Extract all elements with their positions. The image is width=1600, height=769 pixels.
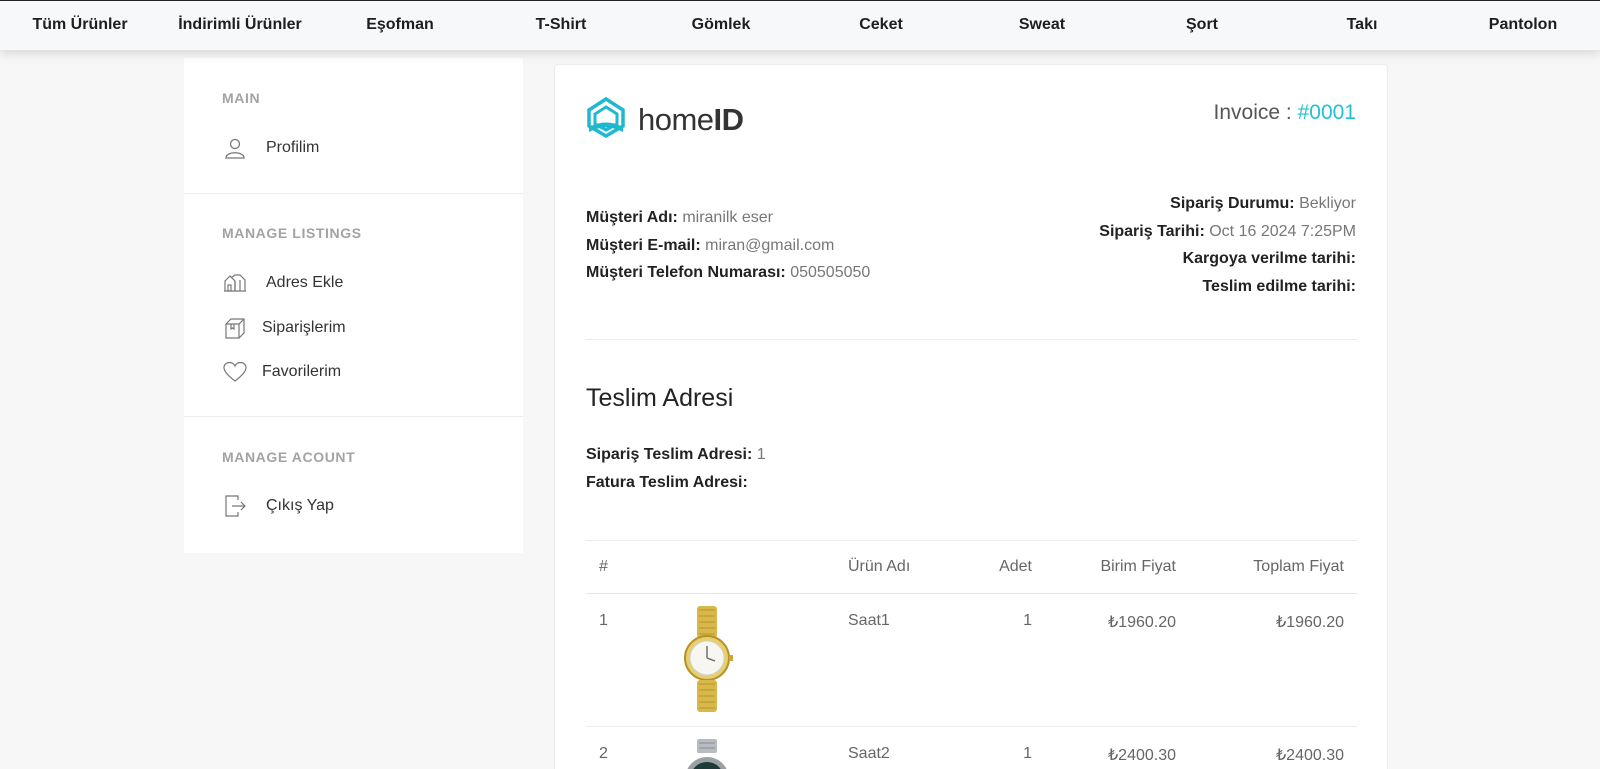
box-icon [222,315,248,341]
nav-item-sweat[interactable]: Sweat [1019,16,1065,34]
product-unit-price: ₺1960.20 [1107,614,1176,631]
order-status: Sipariş Durumu: Bekliyor [1170,195,1356,212]
sidebar-divider [184,193,523,194]
sidebar-item-orders[interactable]: Siparişlerim [222,313,346,343]
section-divider [586,339,1357,340]
sidebar-item-label: Profilim [266,139,320,156]
customer-name: Müşteri Adı: miranilk eser [586,209,773,226]
order-address: Sipariş Teslim Adresi: 1 [586,446,766,463]
brand-logo[interactable]: homeID [586,96,744,143]
user-icon [222,135,248,161]
shipping-date: Kargoya verilme tarihi: [1182,250,1356,267]
sidebar-item-label: Adres Ekle [266,274,344,291]
customer-phone: Müşteri Telefon Numarası: 050505050 [586,264,871,281]
sidebar-section-title-account: MANAGE ACOUNT [222,449,356,465]
customer-info: Müşteri Adı: miranilk eser Müşteri E-mai… [586,204,870,287]
delivery-address: Sipariş Teslim Adresi: 1 Fatura Teslim A… [586,441,766,496]
nav-item-shirt[interactable]: Gömlek [692,16,751,34]
sidebar-item-profile[interactable]: Profilim [222,133,319,163]
sidebar-item-label: Çıkış Yap [266,497,334,514]
sidebar-item-favorites[interactable]: Favorilerim [222,357,341,387]
buildings-icon [222,270,248,296]
sidebar-item-add-address[interactable]: Adres Ekle [222,268,343,298]
product-total-price: ₺1960.20 [1275,614,1344,631]
table-row: 2 Saat2 1 ₺2400.30 ₺2400.30 [586,726,1357,769]
top-navigation: Tüm Ürünler İndirimli Ürünler Eşofman T-… [0,0,1600,50]
col-header-qty: Adet [999,558,1032,575]
account-sidebar: MAIN Profilim MANAGE LISTINGS Adres Ekle… [184,58,523,553]
logo-text: homeID [638,101,744,137]
col-header-product: Ürün Adı [848,558,911,575]
product-image-gold-watch[interactable] [681,606,733,717]
sidebar-section-title-listings: MANAGE LISTINGS [222,225,362,241]
product-name: Saat2 [848,745,890,762]
product-name: Saat1 [848,612,890,629]
col-header-unit-price: Birim Fiyat [1100,558,1176,575]
product-image-silver-watch[interactable] [679,739,735,769]
sidebar-item-label: Favorilerim [262,363,342,380]
billing-address: Fatura Teslim Adresi: [586,473,748,491]
nav-item-shorts[interactable]: Şort [1186,16,1218,34]
nav-item-jewelry[interactable]: Takı [1347,16,1378,34]
order-info: Sipariş Durumu: Bekliyor Sipariş Tarihi:… [1099,190,1356,300]
product-unit-price: ₺2400.30 [1107,747,1176,764]
delivery-address-title: Teslim Adresi [586,384,734,412]
nav-item-tracksuit[interactable]: Eşofman [366,16,434,34]
table-row: 1 Saat1 1 ₺1960.20 ₺1960.20 [586,594,1357,726]
house-logo-icon [586,96,626,143]
nav-item-pants[interactable]: Pantolon [1489,16,1557,34]
invoice-number: Invoice : #0001 [1213,101,1356,124]
sidebar-section-title-main: MAIN [222,90,261,106]
row-number: 1 [599,612,608,629]
heart-icon [222,359,248,385]
order-date: Sipariş Tarihi: Oct 16 2024 7:25PM [1099,222,1356,240]
nav-item-discounted[interactable]: İndirimli Ürünler [178,16,302,34]
sidebar-item-logout[interactable]: Çıkış Yap [222,491,334,521]
row-number: 2 [599,745,608,762]
nav-item-all-products[interactable]: Tüm Ürünler [32,16,127,34]
product-qty: 1 [1023,612,1032,629]
nav-item-jacket[interactable]: Ceket [859,16,903,34]
table-header: # Ürün Adı Adet Birim Fiyat Toplam Fiyat [586,540,1357,594]
invoice-card: homeID Invoice : #0001 Müşteri Adı: mira… [554,64,1388,769]
nav-item-tshirt[interactable]: T-Shirt [536,16,587,34]
product-qty: 1 [1023,745,1032,762]
sidebar-divider [184,416,523,417]
col-header-total-price: Toplam Fiyat [1253,558,1344,575]
customer-email: Müşteri E-mail: miran@gmail.com [586,236,835,254]
delivery-date: Teslim edilme tarihi: [1202,277,1356,295]
sidebar-item-label: Siparişlerim [262,319,346,336]
product-total-price: ₺2400.30 [1275,747,1344,764]
col-header-number: # [599,558,608,575]
logout-icon [222,493,248,519]
